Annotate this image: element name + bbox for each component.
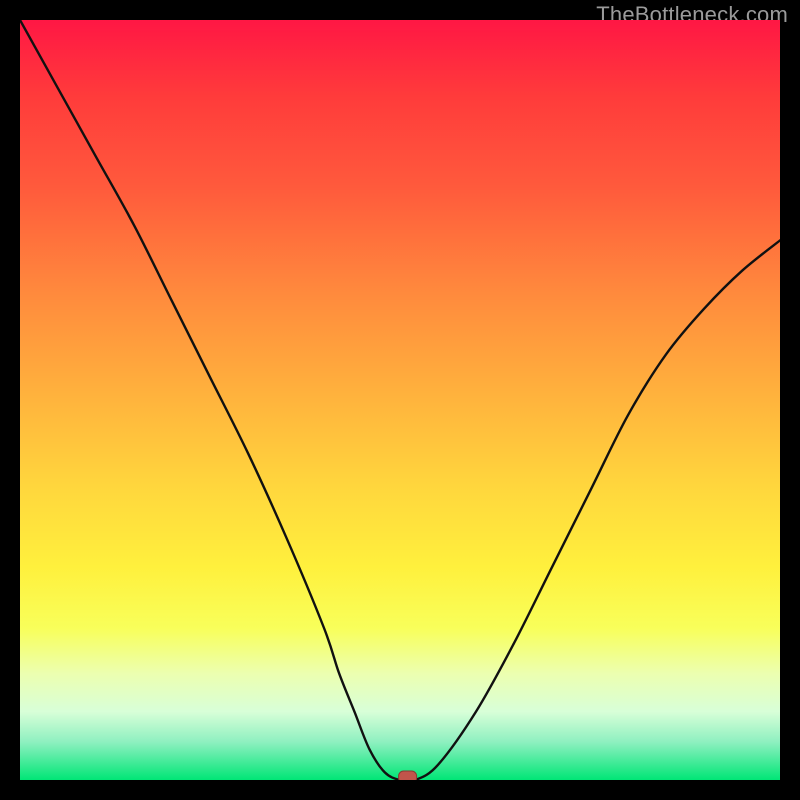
plot-area xyxy=(20,20,780,780)
chart-frame: TheBottleneck.com xyxy=(0,0,800,800)
bottleneck-curve xyxy=(20,20,780,780)
chart-svg xyxy=(20,20,780,780)
min-marker xyxy=(399,771,417,780)
